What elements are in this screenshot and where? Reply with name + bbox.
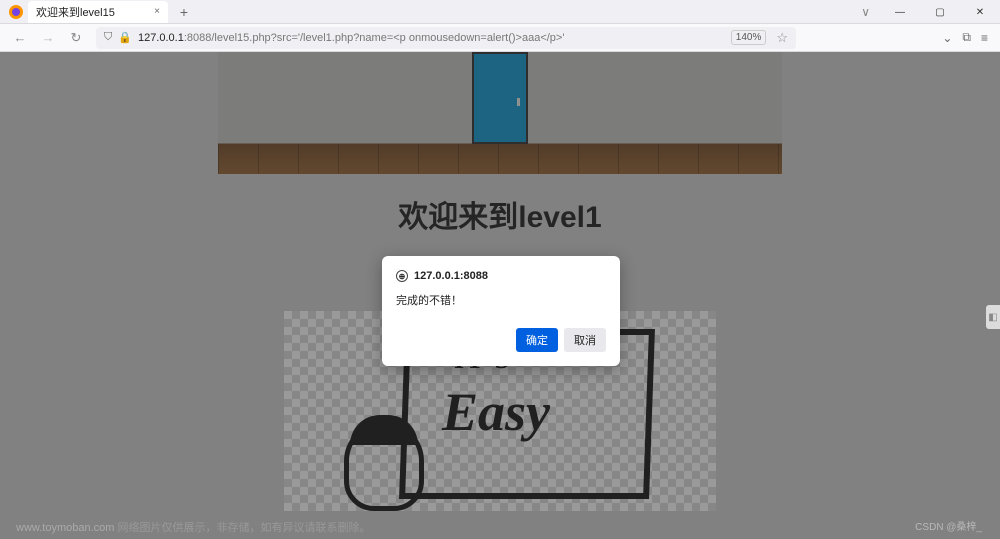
footer-domain: www.toymoban.com xyxy=(16,522,114,534)
side-badge[interactable]: ◧ xyxy=(986,305,1000,329)
tab-active[interactable]: 欢迎来到level15 × xyxy=(28,1,168,23)
footer-text: www.toymoban.com 网络图片仅供展示，非存储，如有异议请联系删除。 xyxy=(16,519,371,535)
extension-icon[interactable]: ⧉ xyxy=(962,30,971,45)
url-host: 127.0.0.1 xyxy=(138,32,184,44)
forward-button[interactable]: → xyxy=(40,30,56,45)
toolbar-right: ⌄ ⧉ ≡ xyxy=(942,30,988,45)
minimize-button[interactable]: — xyxy=(880,0,920,24)
dialog-header: ⊕ 127.0.0.1:8088 xyxy=(396,270,606,282)
window-dropdown-icon[interactable]: ∨ xyxy=(861,5,870,19)
url-bar[interactable]: ⛉ 🔒 127.0.0.1:8088/level15.php?src='/lev… xyxy=(96,27,796,49)
window-controls: — ▢ ✕ xyxy=(880,0,1000,24)
globe-icon: ⊕ xyxy=(396,270,408,282)
cancel-button[interactable]: 取消 xyxy=(564,328,606,352)
firefox-icon xyxy=(8,4,24,20)
new-tab-button[interactable]: + xyxy=(174,4,194,20)
tab-title: 欢迎来到level15 xyxy=(36,4,115,20)
close-window-button[interactable]: ✕ xyxy=(960,0,1000,24)
bookmark-star-icon[interactable]: ☆ xyxy=(776,30,788,46)
tab-close-icon[interactable]: × xyxy=(146,6,160,17)
hamburger-menu-icon[interactable]: ≡ xyxy=(981,31,988,45)
lock-icon[interactable]: 🔒 xyxy=(118,31,132,44)
reload-button[interactable]: ↻ xyxy=(68,30,84,46)
ok-button[interactable]: 确定 xyxy=(516,328,558,352)
back-button[interactable]: ← xyxy=(12,30,28,45)
dialog-buttons: 确定 取消 xyxy=(396,328,606,352)
maximize-button[interactable]: ▢ xyxy=(920,0,960,24)
tab-bar: 欢迎来到level15 × + xyxy=(0,0,1000,24)
zoom-badge[interactable]: 140% xyxy=(731,30,767,45)
dialog-message: 完成的不错！ xyxy=(396,292,606,308)
dialog-host: 127.0.0.1:8088 xyxy=(414,270,488,282)
shield-icon[interactable]: ⛉ xyxy=(104,31,112,44)
credit-text: CSDN @桑梓_ xyxy=(915,518,982,533)
footer-note: 网络图片仅供展示，非存储，如有异议请联系删除。 xyxy=(114,522,370,534)
alert-dialog: ⊕ 127.0.0.1:8088 完成的不错！ 确定 取消 xyxy=(382,256,620,366)
url-text: 127.0.0.1:8088/level15.php?src='/level1.… xyxy=(138,32,565,44)
url-path: :8088/level15.php?src='/level1.php?name=… xyxy=(184,32,565,44)
pocket-icon[interactable]: ⌄ xyxy=(942,31,952,45)
toolbar: ← → ↻ ⛉ 🔒 127.0.0.1:8088/level15.php?src… xyxy=(0,24,1000,52)
